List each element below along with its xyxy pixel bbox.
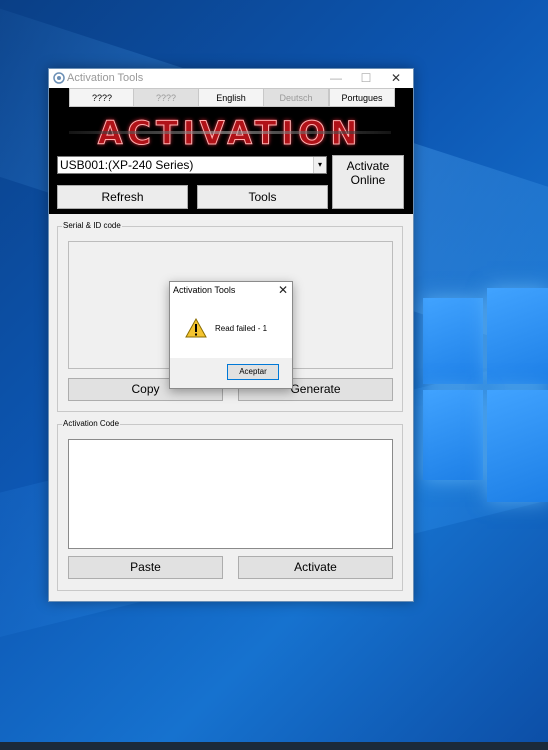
device-select-value: USB001:(XP-240 Series) [60, 158, 194, 172]
dialog-ok-button[interactable]: Aceptar [227, 364, 279, 380]
activation-code-group: Activation Code Paste Activate [57, 419, 403, 591]
refresh-label: Refresh [101, 190, 144, 204]
language-tab-deutsch[interactable]: Deutsch [263, 88, 329, 107]
activation-banner: ACTIVATION [69, 114, 391, 153]
banner-chrome-line [69, 131, 391, 134]
error-dialog: Activation Tools ✕ Read failed - 1 Acept… [169, 281, 293, 389]
language-tab-1[interactable]: ???? [69, 88, 135, 107]
dialog-footer: Aceptar [170, 358, 292, 388]
dialog-close-icon[interactable]: ✕ [278, 283, 288, 297]
paste-label: Paste [130, 560, 161, 574]
paste-button[interactable]: Paste [68, 556, 223, 579]
warning-icon [185, 318, 207, 338]
activate-button[interactable]: Activate [238, 556, 393, 579]
activate-label: Activate [294, 560, 337, 574]
language-tab-2[interactable]: ???? [133, 88, 199, 107]
language-tab-english[interactable]: English [198, 88, 264, 107]
maximize-button[interactable]: ☐ [351, 69, 381, 88]
dialog-ok-label: Aceptar [239, 367, 267, 376]
activation-code-group-label: Activation Code [62, 419, 121, 428]
app-icon [53, 72, 65, 84]
app-header: ???? ???? English Deutsch Portugues ACTI… [49, 88, 413, 214]
refresh-button[interactable]: Refresh [57, 185, 188, 209]
window-title: Activation Tools [67, 72, 144, 84]
tools-label: Tools [248, 190, 277, 204]
close-button[interactable]: ✕ [381, 69, 411, 88]
windows-logo [413, 288, 548, 518]
minimize-button[interactable]: — [321, 69, 351, 88]
activation-code-textarea[interactable] [68, 439, 393, 549]
copy-label: Copy [131, 382, 160, 396]
title-bar: Activation Tools — ☐ ✕ [49, 69, 413, 88]
language-tab-portugues[interactable]: Portugues [329, 88, 395, 107]
close-icon: ✕ [390, 71, 402, 85]
dialog-message: Read failed - 1 [215, 324, 268, 333]
taskbar [0, 742, 548, 750]
generate-label: Generate [290, 382, 341, 396]
dialog-title: Activation Tools [173, 285, 236, 295]
tools-button[interactable]: Tools [197, 185, 328, 209]
chevron-down-icon[interactable]: ▾ [313, 157, 326, 173]
activate-online-label: Activate Online [346, 159, 390, 187]
maximize-icon: ☐ [360, 71, 372, 85]
minimize-icon: — [330, 71, 342, 85]
serial-id-group-label: Serial & ID code [62, 221, 122, 230]
activate-online-button[interactable]: Activate Online [332, 155, 404, 209]
device-select[interactable]: USB001:(XP-240 Series) ▾ [57, 156, 327, 174]
